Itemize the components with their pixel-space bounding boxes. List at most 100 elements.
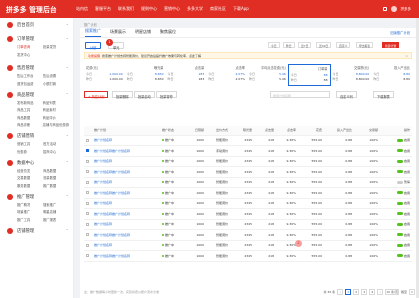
stat-card[interactable]: 点击率 今日 2.07% 昨日 2.07% <box>206 64 247 86</box>
column-header[interactable]: 曝光量 <box>230 126 254 136</box>
column-header[interactable]: 花费 <box>298 126 324 136</box>
sidebar-item[interactable]: 店铺与商品优惠券 <box>43 122 69 127</box>
status-toggle[interactable] <box>397 138 404 142</box>
column-header[interactable]: 推广状态 <box>160 126 188 136</box>
column-header[interactable]: 交易额 <box>354 126 380 136</box>
close-icon[interactable]: × <box>405 54 408 58</box>
sidebar-item[interactable] <box>43 52 69 57</box>
sidebar-item[interactable]: 优惠券 <box>17 149 43 154</box>
status-toggle[interactable] <box>397 180 404 184</box>
status-toggle[interactable] <box>397 191 404 195</box>
plan-name-link[interactable]: 推广计划名称 <box>92 219 160 230</box>
status-toggle[interactable] <box>397 212 404 216</box>
row-checkbox[interactable] <box>86 254 89 258</box>
old-plan-link[interactable]: 旧版推广计划 <box>390 30 410 37</box>
top-nav-item[interactable]: 联系我们 <box>118 6 134 12</box>
sidebar-item[interactable]: 搜索推广 <box>43 202 69 207</box>
row-action-cell[interactable]: 启用 <box>380 240 412 251</box>
sidebar-item[interactable]: 订单查询 <box>17 44 43 49</box>
sidebar-group-title[interactable]: 店铺管理 ⌃ <box>7 227 73 234</box>
plan-name-link[interactable]: 推广计划名称 <box>92 156 160 167</box>
sidebar-group-title[interactable]: 推广管理 ⌃ <box>7 193 73 200</box>
plan-name-link[interactable]: 推广计划名称 <box>92 240 160 251</box>
tab-search-promo[interactable]: 搜索推广 <box>85 28 101 37</box>
sidebar-item[interactable]: 营销工具 <box>17 141 43 146</box>
plan-name-link[interactable]: 推广计划名称推广计划名称 <box>92 208 160 220</box>
sidebar-group-title[interactable]: 售后管理 ⌃ <box>7 65 73 71</box>
download-report-button[interactable]: 下载报表 <box>373 91 394 99</box>
batch-start-button[interactable]: 批量启动 <box>134 91 155 99</box>
sidebar-group-title[interactable]: 后台首页 ⌃ <box>7 22 73 28</box>
row-checkbox[interactable] <box>86 222 89 226</box>
column-header[interactable]: 点击量 <box>254 126 276 136</box>
row-checkbox[interactable] <box>86 233 89 237</box>
sidebar-item[interactable]: 退货包运费 <box>17 81 43 86</box>
top-nav-item[interactable]: 多多大学 <box>187 6 203 12</box>
tab-focus-booth[interactable]: 聚焦展位 <box>160 29 176 37</box>
stat-card[interactable]: 点击量 今日 183 昨日 183 <box>166 64 207 86</box>
row-action-cell[interactable]: 启用 <box>380 135 412 146</box>
status-toggle[interactable] <box>397 159 404 163</box>
range-custom-button[interactable]: 自定义 <box>336 42 351 48</box>
sidebar-item[interactable]: 售后设置 <box>43 73 69 78</box>
status-toggle[interactable] <box>397 222 404 226</box>
status-toggle[interactable] <box>397 243 404 247</box>
custom-columns-button[interactable]: 自定义列 <box>336 91 357 99</box>
sidebar-item[interactable]: 推广工具 <box>17 217 43 222</box>
batch-pause-button[interactable]: 批量暂停 <box>156 91 177 99</box>
plan-name-link[interactable]: 推广计划名称推广计划名称 <box>92 145 160 157</box>
stat-card[interactable]: 投入产出比 今日 8.80 昨日 8.80 <box>371 64 412 86</box>
row-action-cell[interactable]: 启用 <box>380 208 412 220</box>
status-toggle[interactable] <box>397 201 404 205</box>
row-checkbox[interactable] <box>86 180 89 184</box>
column-header[interactable]: 推广计划 <box>92 126 160 136</box>
sidebar-item[interactable]: 商品列表 <box>43 100 69 105</box>
avatar[interactable] <box>390 6 397 12</box>
row-checkbox[interactable] <box>86 149 89 153</box>
status-toggle[interactable] <box>397 170 404 174</box>
new-plan-top-button[interactable]: 新建计划 <box>382 42 400 48</box>
row-checkbox[interactable] <box>86 170 89 174</box>
tab-scene-display[interactable]: 场景展示 <box>110 29 126 37</box>
plan-name-link[interactable]: 推广计划名称推广计划名称 <box>92 187 160 199</box>
row-checkbox[interactable] <box>86 159 89 163</box>
plan-name-link[interactable]: 推广计划名称 <box>92 177 160 188</box>
stat-card[interactable]: 花费(元) 今日 1,000.00 昨日 1,000.00 <box>84 64 125 86</box>
page-number[interactable]: 3 <box>361 289 368 295</box>
sidebar-item[interactable]: 推广报表 <box>43 217 69 222</box>
sidebar-item[interactable]: 明星店铺 <box>43 209 69 214</box>
sidebar-item[interactable]: 售后工作台 <box>17 73 43 78</box>
sidebar-group-title[interactable]: 订单管理 ⌃ <box>7 36 73 42</box>
row-checkbox[interactable] <box>86 191 89 195</box>
plan-name-link[interactable]: 推广计划名称推广计划名称 <box>92 250 160 262</box>
page-size-select[interactable]: 10 条/页 <box>385 289 399 295</box>
sidebar-group-title[interactable]: 商品管理 ⌃ <box>7 91 73 98</box>
plan-name-link[interactable]: 推广计划名称 <box>92 135 160 146</box>
column-header[interactable]: 出价方式 <box>206 126 230 136</box>
top-nav-item[interactable]: 站内信 <box>76 6 88 12</box>
sidebar-item[interactable]: 官方活动 <box>43 141 69 146</box>
row-action-cell[interactable]: 启用 <box>380 166 412 178</box>
row-action-cell[interactable]: 启用 <box>380 219 412 230</box>
tab-star-shop[interactable]: 明星店铺 <box>135 29 151 37</box>
stat-card[interactable]: 订单量 今日 88 昨日 88 <box>287 64 331 86</box>
status-toggle[interactable] <box>397 149 404 153</box>
page-number[interactable]: 4 <box>369 289 376 295</box>
column-header[interactable]: 点击率 <box>276 126 298 136</box>
row-checkbox[interactable] <box>86 212 89 216</box>
sidebar-item[interactable]: 发布新商品 <box>17 100 43 105</box>
row-action-cell[interactable]: 启用 <box>380 187 412 199</box>
top-nav-item[interactable]: 规则中心 <box>141 6 157 12</box>
plan-name-link[interactable]: 推广计划名称 <box>92 198 160 209</box>
status-toggle[interactable] <box>397 233 404 237</box>
sidebar-item[interactable]: 商品素材 <box>43 107 69 112</box>
row-action-cell[interactable]: 启用 <box>380 156 412 167</box>
top-nav-item[interactable]: 下载App <box>233 6 249 12</box>
column-header[interactable]: 操作 <box>380 126 412 136</box>
prev-page-button[interactable]: ‹ <box>337 289 344 295</box>
sidebar-item[interactable]: 服务数据 <box>17 183 43 188</box>
status-toggle[interactable] <box>397 254 404 258</box>
sidebar-item[interactable]: 流量数据 <box>43 175 69 180</box>
subtab-plan[interactable]: 计划 <box>85 42 102 50</box>
sidebar-item[interactable]: 商品数据 <box>17 115 43 120</box>
